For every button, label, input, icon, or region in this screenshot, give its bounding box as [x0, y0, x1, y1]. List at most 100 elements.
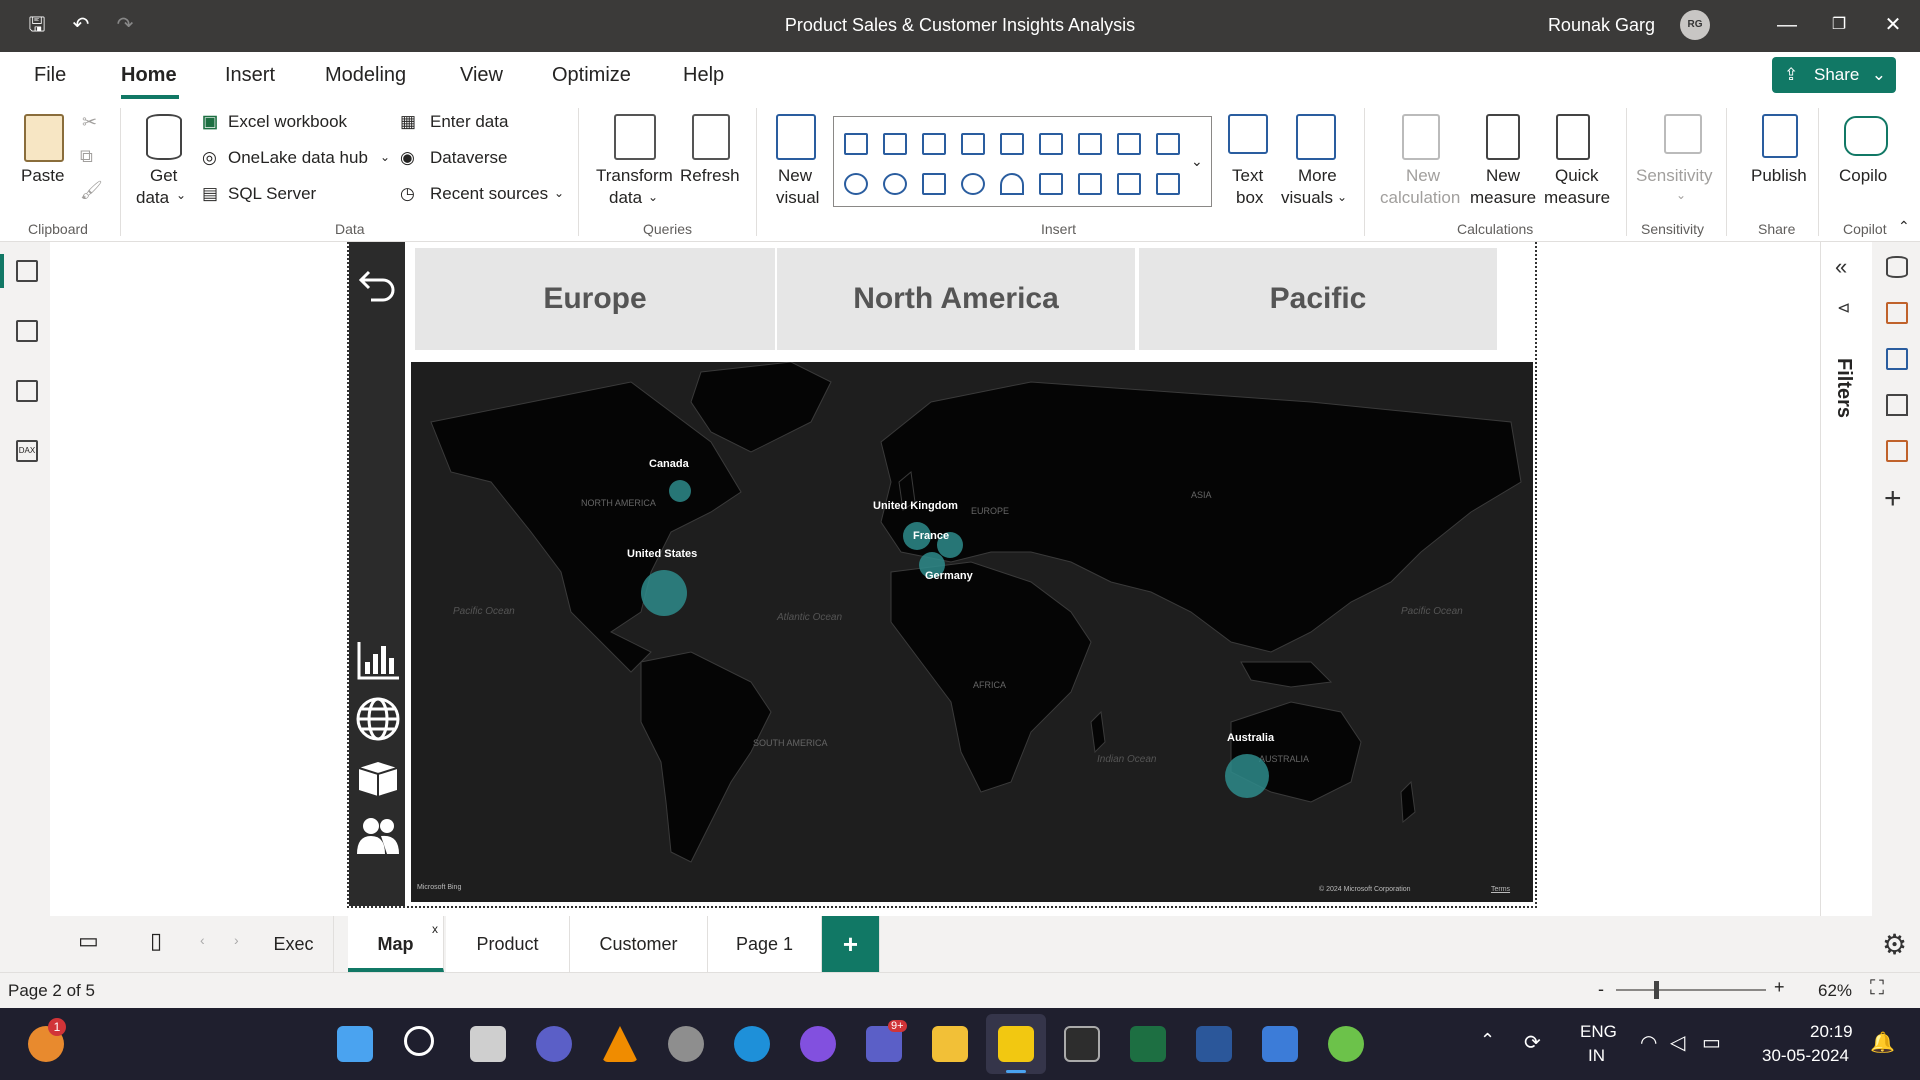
format-pane-icon[interactable] [1886, 348, 1908, 370]
collapse-ribbon-icon[interactable]: ⌃ [1898, 218, 1910, 235]
new-measure-label[interactable]: New [1486, 166, 1520, 186]
area-chart-icon[interactable] [1117, 133, 1141, 155]
new-visual-label-2[interactable]: visual [776, 188, 819, 208]
copilot-app-icon[interactable] [1262, 1026, 1298, 1062]
tab-insert[interactable]: Insert [225, 64, 275, 87]
copy-icon[interactable]: ⧉ [80, 146, 93, 167]
collapse-panes-icon[interactable]: « [1835, 254, 1847, 280]
fit-to-page-icon[interactable]: ⛶ [1870, 977, 1884, 1000]
volume-icon[interactable]: ◁ [1670, 1030, 1685, 1055]
visualizations-gallery[interactable]: ⌄ [833, 116, 1212, 207]
sensitivity-icon[interactable] [1664, 114, 1702, 154]
zoom-level[interactable]: 62% [1818, 981, 1852, 1001]
funnel-icon[interactable] [1156, 133, 1180, 155]
desktop-layout-icon[interactable]: ▭ [78, 928, 99, 954]
map-visual[interactable]: NORTH AMERICA EUROPE ASIA AFRICA SOUTH A… [411, 362, 1533, 902]
user-name[interactable]: Rounak Garg [1548, 15, 1655, 36]
bubble-united-states[interactable] [641, 570, 687, 616]
page-tab-page-1[interactable]: Page 1 [708, 916, 822, 972]
scroll-left-icon[interactable]: ‹ [200, 932, 205, 948]
github-icon[interactable] [800, 1026, 836, 1062]
tab-view[interactable]: View [460, 64, 503, 87]
zoom-slider-thumb[interactable] [1654, 981, 1659, 999]
clock-time[interactable]: 20:19 [1810, 1022, 1853, 1042]
report-view-icon[interactable] [16, 260, 38, 282]
tab-optimize[interactable]: Optimize [552, 64, 631, 87]
zoom-in-button[interactable]: + [1774, 977, 1785, 998]
new-measure-label-2[interactable]: measure [1470, 188, 1536, 208]
dax-query-view-icon[interactable]: DAX [16, 440, 38, 462]
product-box-icon[interactable] [355, 758, 401, 798]
enter-data-button[interactable]: Enter data [430, 112, 508, 132]
transform-data-label[interactable]: Transform [596, 166, 673, 186]
format-painter-icon[interactable]: 🖌 [80, 180, 103, 201]
globe-map-icon[interactable] [961, 173, 985, 195]
task-view-icon[interactable] [470, 1026, 506, 1062]
avatar[interactable]: RG [1680, 10, 1710, 40]
bubble-australia[interactable] [1225, 754, 1269, 798]
more-visuals-label[interactable]: More [1298, 166, 1337, 186]
dataverse-button[interactable]: Dataverse [430, 148, 507, 168]
vlc-icon[interactable] [602, 1026, 638, 1062]
bookmark-icon[interactable] [1886, 394, 1908, 416]
refresh-button[interactable]: Refresh [680, 166, 740, 186]
model-view-icon[interactable] [16, 380, 38, 402]
stacked-bar-icon[interactable] [922, 133, 946, 155]
gauge-icon[interactable] [1000, 173, 1024, 195]
filters-label[interactable]: Filters [1832, 358, 1855, 418]
new-measure-icon[interactable] [1486, 114, 1520, 160]
share-button[interactable]: ⇪ Share ⌄ [1772, 57, 1896, 93]
region-button-north-america[interactable]: North America [777, 248, 1135, 350]
new-visual-label[interactable]: New [778, 166, 812, 186]
copilot-button[interactable]: Copilo [1839, 166, 1887, 186]
windows-start-icon[interactable] [337, 1026, 373, 1062]
text-box-label-2[interactable]: box [1236, 188, 1263, 208]
minimize-icon[interactable]: — [1774, 12, 1800, 38]
table-icon[interactable] [1117, 173, 1141, 195]
zoom-out-button[interactable]: - [1598, 979, 1604, 1000]
cut-icon[interactable]: ✂ [82, 112, 97, 133]
bubble-canada[interactable] [669, 480, 691, 502]
region-button-pacific[interactable]: Pacific [1139, 248, 1497, 350]
onelake-data-hub-button[interactable]: OneLake data hub [228, 148, 368, 168]
refresh-icon[interactable] [692, 114, 730, 160]
publish-icon[interactable] [1762, 114, 1798, 158]
transform-data-label-2[interactable]: data [609, 188, 642, 208]
get-data-label-2[interactable]: data [136, 188, 169, 208]
teams-meet-icon[interactable] [536, 1026, 572, 1062]
zoom-slider[interactable] [1616, 989, 1766, 991]
new-calculation-label[interactable]: New [1406, 166, 1440, 186]
page-tab-map[interactable]: Map [348, 916, 444, 972]
new-calculation-icon[interactable] [1402, 114, 1440, 160]
new-calculation-label-2[interactable]: calculation [1380, 188, 1460, 208]
table-view-icon[interactable] [16, 320, 38, 342]
globe-icon[interactable] [355, 696, 401, 742]
edge-icon[interactable] [734, 1026, 770, 1062]
line-chart-icon[interactable] [1078, 133, 1102, 155]
bar-chart-icon[interactable] [355, 638, 401, 682]
paste-icon[interactable] [24, 114, 64, 162]
excel-workbook-button[interactable]: Excel workbook [228, 112, 347, 132]
recent-sources-button[interactable]: Recent sources [430, 184, 548, 204]
tab-file[interactable]: File [34, 64, 66, 87]
terms-link[interactable]: Terms [1491, 886, 1510, 893]
sensitivity-button[interactable]: Sensitivity [1636, 166, 1713, 186]
back-arrow-icon[interactable] [355, 264, 399, 308]
power-bi-icon[interactable] [998, 1026, 1034, 1062]
text-box-icon[interactable] [1228, 114, 1268, 154]
sync-icon[interactable]: ⟳ [1524, 1030, 1541, 1055]
visualizations-pane-icon[interactable] [1886, 302, 1908, 324]
donut-chart-icon[interactable] [883, 173, 907, 195]
paste-button[interactable]: Paste [21, 166, 64, 186]
copilot-icon[interactable] [1844, 116, 1888, 156]
database-icon[interactable] [146, 114, 182, 160]
quick-measure-label[interactable]: Quick [1555, 166, 1598, 186]
tab-home[interactable]: Home [121, 64, 177, 87]
page-tab-product[interactable]: Product [446, 916, 570, 972]
page-tab-customer[interactable]: Customer [570, 916, 708, 972]
settings-icon[interactable] [668, 1026, 704, 1062]
customers-icon[interactable] [355, 814, 401, 856]
battery-icon[interactable]: ▭ [1702, 1030, 1721, 1055]
region-button-europe[interactable]: Europe [415, 248, 775, 350]
excel-app-icon[interactable] [1130, 1026, 1166, 1062]
